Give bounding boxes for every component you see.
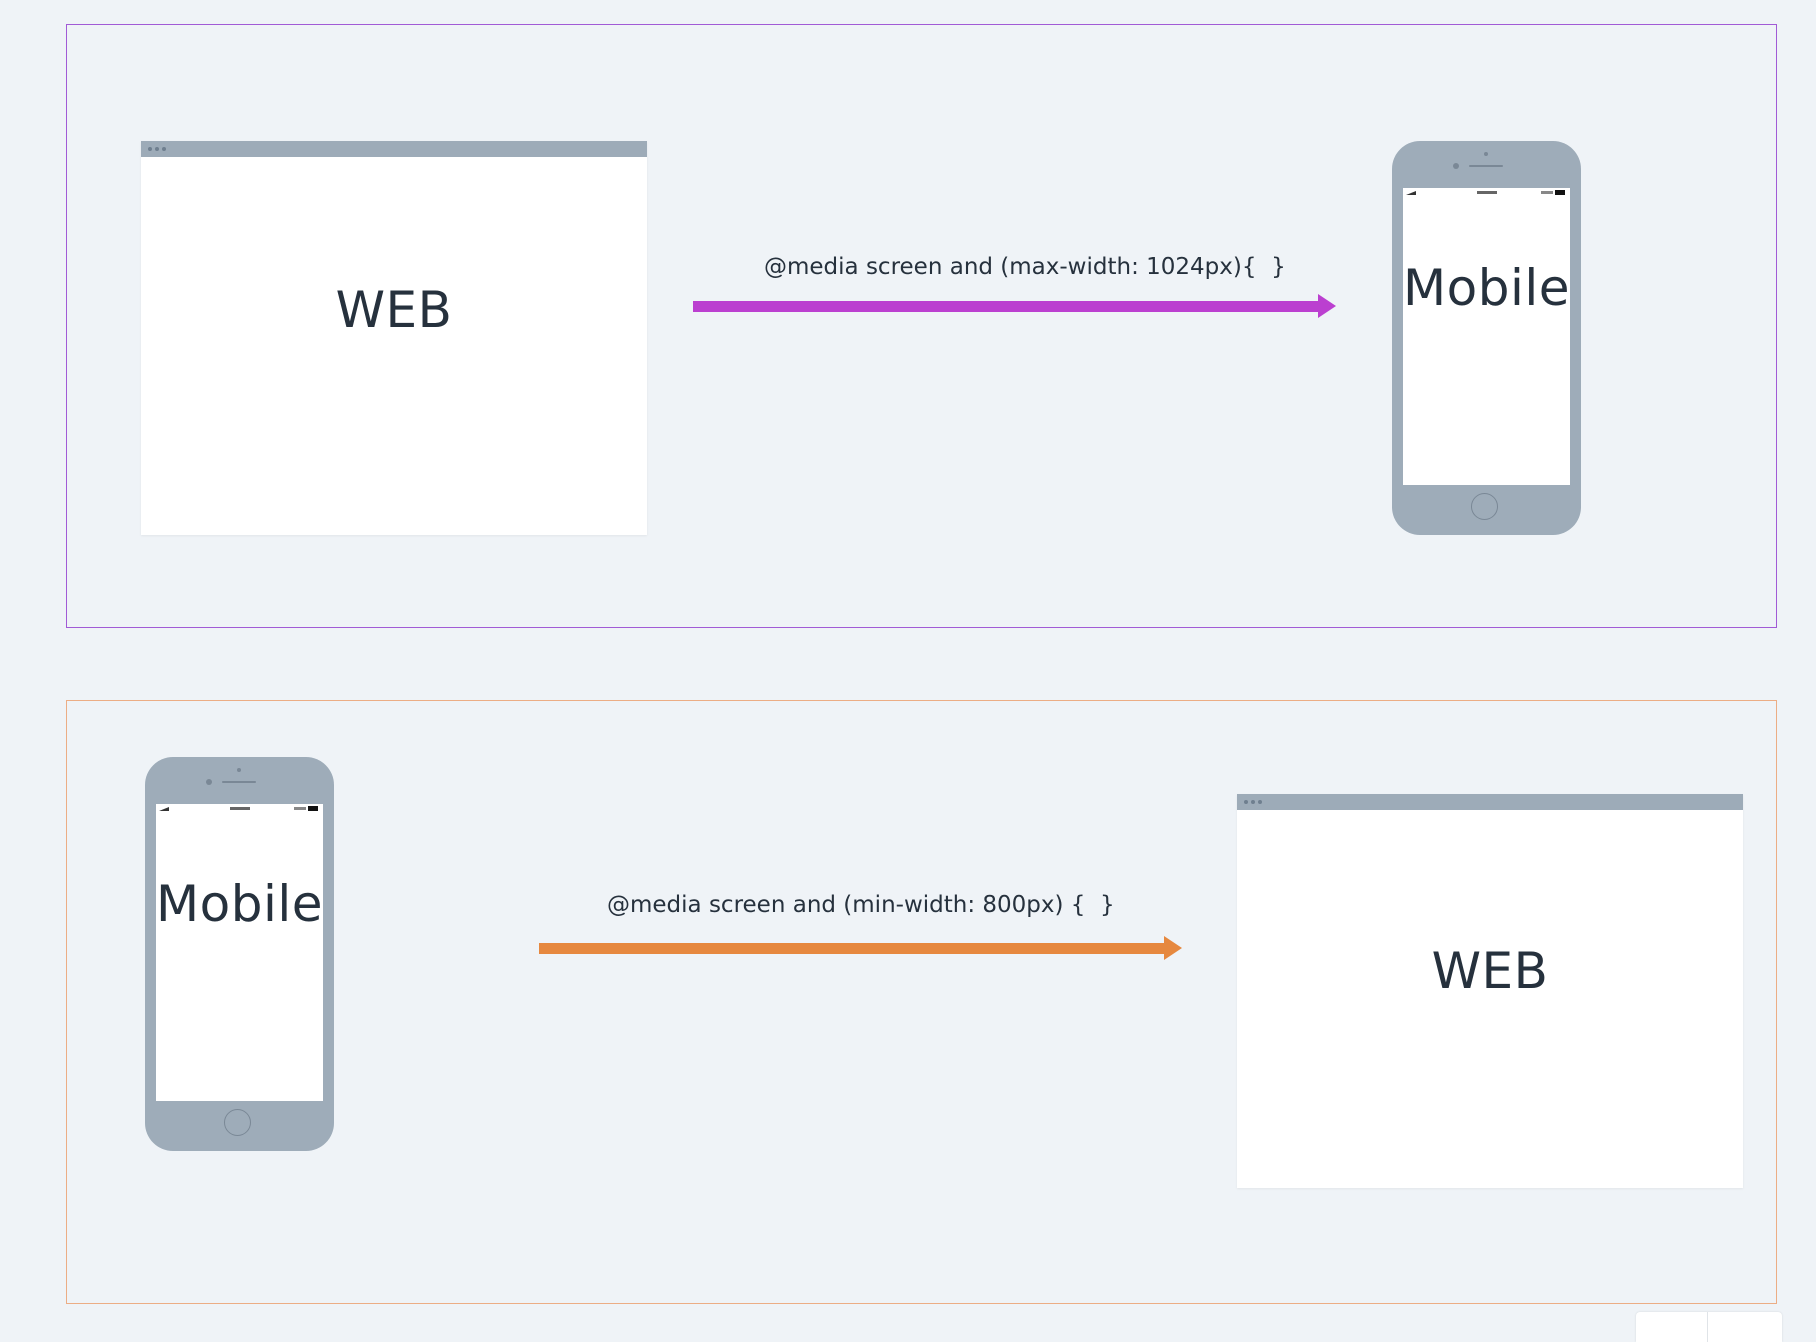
mobile-label: Mobile bbox=[1402, 259, 1570, 317]
battery-icon bbox=[1555, 190, 1565, 195]
window-dots-icon bbox=[148, 147, 166, 151]
web-browser-mockup: WEB bbox=[141, 141, 647, 535]
clock-icon bbox=[230, 807, 250, 810]
phone-screen bbox=[156, 804, 323, 1101]
window-dots-icon bbox=[1244, 800, 1262, 804]
corner-control-tab[interactable] bbox=[1636, 1312, 1782, 1342]
phone-sensor-icon bbox=[1484, 152, 1488, 156]
phone-status-bar bbox=[156, 806, 323, 812]
phone-camera-icon bbox=[206, 779, 212, 785]
signal-icon bbox=[159, 807, 169, 811]
phone-speaker-icon bbox=[222, 781, 256, 783]
arrow-head-icon bbox=[1164, 936, 1182, 960]
phone-camera-icon bbox=[1453, 163, 1459, 169]
min-width-media-query-label: @media screen and (min-width: 800px) { } bbox=[607, 892, 1115, 918]
max-width-media-query-label: @media screen and (max-width: 1024px){ } bbox=[764, 254, 1286, 280]
min-width-arrow bbox=[539, 936, 1182, 960]
battery-percent-icon bbox=[1541, 191, 1553, 194]
mobile-phone-mockup: Mobile bbox=[1392, 141, 1581, 535]
browser-title-bar bbox=[141, 141, 647, 157]
signal-icon bbox=[1406, 191, 1416, 195]
max-width-arrow bbox=[693, 294, 1336, 318]
battery-percent-icon bbox=[294, 807, 306, 810]
browser-title-bar bbox=[1237, 794, 1743, 810]
phone-speaker-icon bbox=[1469, 165, 1503, 167]
phone-status-bar bbox=[1403, 190, 1570, 196]
home-button-icon bbox=[224, 1109, 251, 1136]
mobile-label: Mobile bbox=[155, 875, 323, 933]
web-label: WEB bbox=[335, 281, 453, 339]
home-button-icon bbox=[1471, 493, 1498, 520]
phone-sensor-icon bbox=[237, 768, 241, 772]
clock-icon bbox=[1477, 191, 1497, 194]
battery-icon bbox=[308, 806, 318, 811]
phone-screen bbox=[1403, 188, 1570, 485]
web-label: WEB bbox=[1431, 942, 1549, 1000]
arrow-head-icon bbox=[1318, 294, 1336, 318]
tab-divider bbox=[1707, 1312, 1708, 1342]
mobile-phone-mockup: Mobile bbox=[145, 757, 334, 1151]
web-browser-mockup: WEB bbox=[1237, 794, 1743, 1188]
